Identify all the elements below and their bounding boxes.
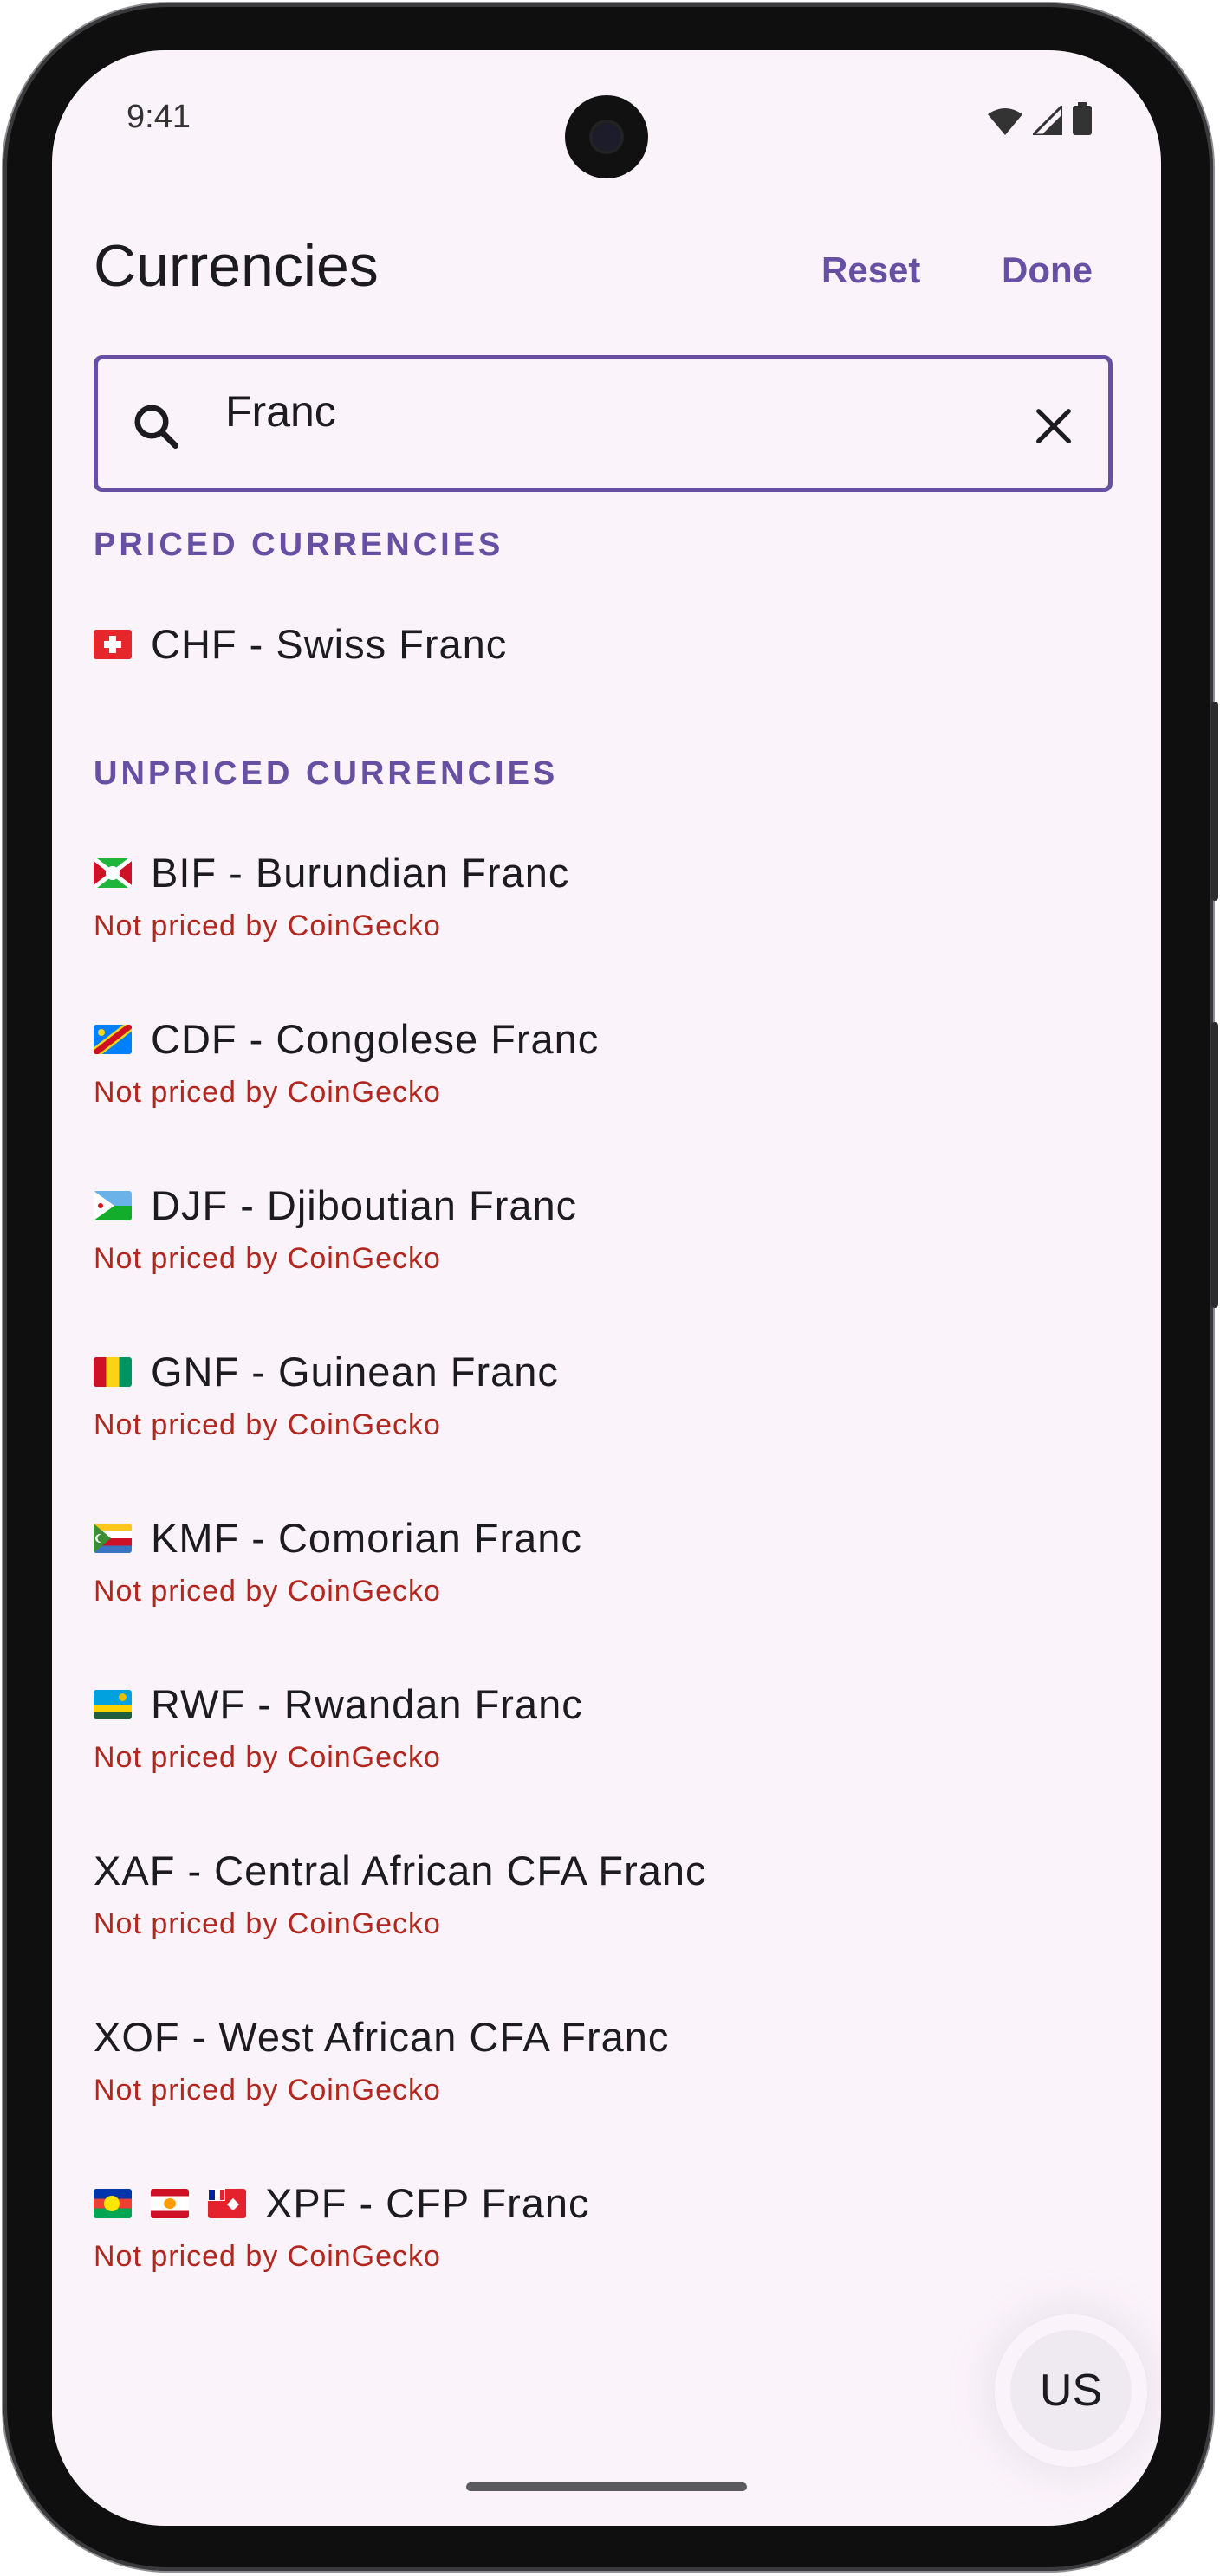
battery-icon: [1073, 102, 1092, 135]
currency-label: XPF - CFP Franc: [265, 2180, 590, 2226]
currency-item-cdf[interactable]: CDF - Congolese Franc: [94, 1015, 599, 1063]
switzerland-flag-icon: [94, 629, 132, 659]
currency-item-gnf[interactable]: GNF - Guinean Franc: [94, 1348, 559, 1395]
currency-label: DJF - Djiboutian Franc: [151, 1182, 578, 1228]
not-priced-note: Not priced by CoinGecko: [94, 1408, 441, 1441]
currency-label: RWF - Rwandan Franc: [151, 1681, 583, 1727]
locale-fab-label: US: [1010, 2330, 1132, 2451]
currency-label: CDF - Congolese Franc: [151, 1016, 600, 1062]
comoros-flag-icon: [94, 1523, 132, 1553]
french-polynesia-flag-icon: [151, 2188, 189, 2218]
currency-item-xpf[interactable]: XPF - CFP Franc: [94, 2179, 590, 2227]
currency-label: BIF - Burundian Franc: [151, 850, 570, 896]
wallis-futuna-flag-icon: [208, 2188, 246, 2218]
not-priced-note: Not priced by CoinGecko: [94, 1242, 441, 1275]
clear-search-icon[interactable]: [1031, 404, 1076, 449]
signal-icon: [1033, 106, 1062, 135]
screen: 9:41 Currencies Reset Done Franc PRICED …: [52, 50, 1161, 2526]
currency-item-bif[interactable]: BIF - Burundian Franc: [94, 849, 569, 896]
power-button: [1211, 1022, 1218, 1308]
currency-label: XOF - West African CFA Franc: [94, 2014, 670, 2060]
currency-item-kmf[interactable]: KMF - Comorian Franc: [94, 1514, 582, 1562]
search-icon: [134, 405, 178, 449]
section-unpriced-header: UNPRICED CURRENCIES: [94, 755, 559, 792]
currency-item-rwf[interactable]: RWF - Rwandan Franc: [94, 1680, 583, 1728]
new-caledonia-flag-icon: [94, 2188, 132, 2218]
guinea-flag-icon: [94, 1356, 132, 1387]
not-priced-note: Not priced by CoinGecko: [94, 909, 441, 942]
status-time: 9:41: [127, 99, 191, 135]
dr-congo-flag-icon: [94, 1024, 132, 1054]
camera-cutout: [565, 95, 648, 178]
currency-label: CHF - Swiss Franc: [151, 621, 508, 667]
burundi-flag-icon: [94, 858, 132, 888]
not-priced-note: Not priced by CoinGecko: [94, 2240, 441, 2273]
home-indicator[interactable]: [466, 2482, 747, 2491]
not-priced-note: Not priced by CoinGecko: [94, 2074, 441, 2107]
page-title: Currencies: [94, 233, 379, 299]
done-button[interactable]: Done: [1002, 249, 1093, 291]
not-priced-note: Not priced by CoinGecko: [94, 1575, 441, 1608]
rwanda-flag-icon: [94, 1689, 132, 1719]
locale-fab-button[interactable]: US: [995, 2314, 1147, 2467]
currency-item-xof[interactable]: XOF - West African CFA Franc: [94, 2013, 669, 2061]
currency-item-djf[interactable]: DJF - Djiboutian Franc: [94, 1181, 577, 1229]
currency-item-xaf[interactable]: XAF - Central African CFA Franc: [94, 1847, 707, 1894]
not-priced-note: Not priced by CoinGecko: [94, 1907, 441, 1940]
status-icons: [988, 102, 1092, 135]
not-priced-note: Not priced by CoinGecko: [94, 1076, 441, 1109]
currency-label: XAF - Central African CFA Franc: [94, 1848, 707, 1893]
volume-button: [1211, 702, 1218, 901]
section-priced-header: PRICED CURRENCIES: [94, 527, 504, 563]
not-priced-note: Not priced by CoinGecko: [94, 1741, 441, 1774]
wifi-icon: [988, 108, 1022, 135]
search-input[interactable]: Franc: [225, 386, 336, 437]
djibouti-flag-icon: [94, 1190, 132, 1220]
currency-label: KMF - Comorian Franc: [151, 1515, 582, 1561]
currency-item-chf[interactable]: CHF - Swiss Franc: [94, 620, 507, 668]
currency-label: GNF - Guinean Franc: [151, 1349, 559, 1395]
reset-button[interactable]: Reset: [821, 249, 920, 291]
